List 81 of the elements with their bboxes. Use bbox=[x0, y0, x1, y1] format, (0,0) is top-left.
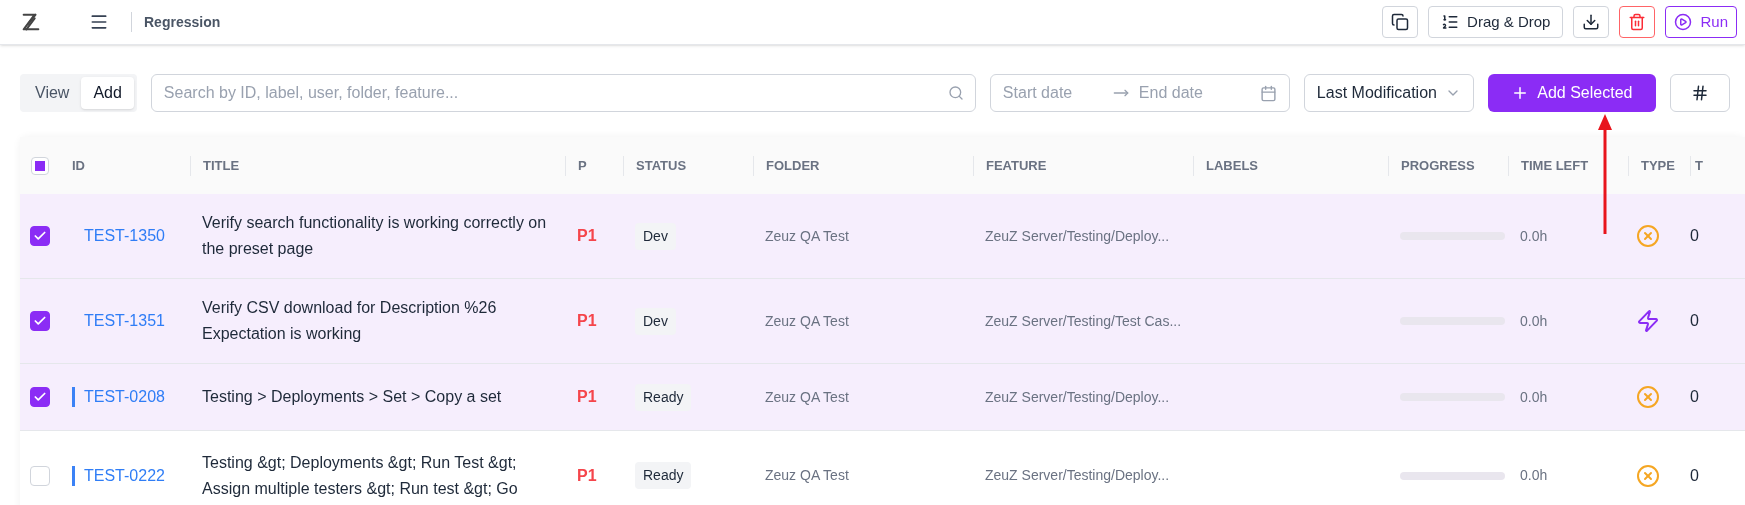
table-row[interactable]: TEST-1351 Verify CSV download for Description %26 Expectation is working P1 Dev Zeuz QA Test ZeuZ Server/Testing/Test Cas... 0.0h 0 bbox=[20, 279, 1745, 364]
row-checkbox[interactable] bbox=[30, 311, 50, 331]
column-header: LABELS bbox=[1206, 156, 1258, 175]
feature-text: ZeuZ Server/Testing/Deploy... bbox=[984, 466, 1171, 485]
column-header: TYPE bbox=[1641, 156, 1675, 175]
mode-tab[interactable]: Add bbox=[81, 77, 134, 109]
title-text: Verify search functionality is working correctly on the preset page bbox=[201, 213, 548, 259]
column-header: TITLE bbox=[203, 156, 240, 175]
check-icon bbox=[33, 390, 47, 404]
column-header: FOLDER bbox=[766, 156, 820, 175]
cancel-circle-icon bbox=[1636, 463, 1660, 488]
folder-text: Zeuz QA Test bbox=[764, 226, 850, 246]
title-text: Testing &gt; Deployments &gt; Run Test &gt; Assign multiple testers &gt; Run test &gt; Go bbox=[201, 452, 519, 499]
run-button[interactable]: Run bbox=[1665, 6, 1737, 38]
status-badge: Ready bbox=[635, 462, 692, 489]
title-text: Testing > Deployments > Set > Copy a set bbox=[201, 387, 503, 407]
time-left-text: 0.0h bbox=[1519, 311, 1549, 331]
cancel-circle-icon bbox=[1636, 385, 1660, 409]
test-id-link[interactable]: TEST-0222 bbox=[84, 463, 165, 488]
priority-text: P1 bbox=[576, 387, 598, 407]
search-icon bbox=[947, 85, 964, 101]
trash-icon bbox=[1628, 13, 1647, 31]
column-header: P bbox=[578, 156, 587, 175]
download-button[interactable] bbox=[1573, 6, 1610, 38]
mode-tab[interactable]: View bbox=[23, 77, 82, 109]
column-header: TIME LEFT bbox=[1521, 156, 1589, 175]
time-left-text: 0.0h bbox=[1519, 387, 1549, 407]
calendar-icon bbox=[1259, 84, 1277, 102]
delete-button[interactable] bbox=[1619, 6, 1656, 38]
priority-text: P1 bbox=[576, 465, 598, 486]
cancel-circle-icon bbox=[1636, 224, 1660, 248]
time-left-text: 0.0h bbox=[1519, 226, 1549, 246]
test-id-link[interactable]: TEST-0208 bbox=[84, 385, 165, 409]
logo-icon bbox=[20, 11, 42, 33]
test-id-link[interactable]: TEST-1351 bbox=[84, 309, 165, 333]
status-badge: Dev bbox=[635, 222, 676, 250]
cell-text: 0 bbox=[1690, 311, 1700, 331]
folder-text: Zeuz QA Test bbox=[764, 387, 850, 407]
end-date-placeholder: End date bbox=[1138, 83, 1203, 103]
breadcrumb-title: Regression bbox=[144, 12, 221, 32]
cell-text: 0 bbox=[1690, 226, 1700, 246]
feature-text: ZeuZ Server/Testing/Test Cas... bbox=[984, 311, 1183, 331]
row-checkbox[interactable] bbox=[30, 226, 50, 246]
cell-text: 0 bbox=[1690, 387, 1700, 407]
start-date-placeholder: Start date bbox=[1002, 83, 1074, 103]
cell-text: 0 bbox=[1690, 465, 1700, 486]
menu-icon[interactable] bbox=[89, 12, 109, 32]
check-icon bbox=[33, 229, 47, 243]
select-all-checkbox[interactable] bbox=[31, 156, 49, 175]
hash-icon bbox=[1690, 84, 1709, 102]
table-row[interactable]: TEST-0208 Testing > Deployments > Set > Copy a set P1 Ready Zeuz QA Test ZeuZ Server/Testing/Deploy... 0.0h 0 bbox=[20, 364, 1745, 431]
check-icon bbox=[33, 314, 47, 328]
priority-text: P1 bbox=[576, 226, 598, 246]
lightning-icon bbox=[1636, 309, 1660, 333]
feature-text: ZeuZ Server/Testing/Deploy... bbox=[984, 387, 1171, 407]
list-icon bbox=[1441, 13, 1460, 31]
column-header: ID bbox=[72, 156, 85, 175]
column-header: PROGRESS bbox=[1401, 156, 1475, 175]
status-badge: Ready bbox=[635, 383, 692, 411]
column-header: FEATURE bbox=[986, 156, 1047, 175]
table-row[interactable]: TEST-1350 Verify search functionality is working correctly on the preset page P1 Dev Zeuz QA Test ZeuZ Server/Testing/Deploy... 0.0h 0 bbox=[20, 194, 1745, 279]
column-header: STATUS bbox=[636, 156, 687, 175]
folder-text: Zeuz QA Test bbox=[764, 466, 850, 485]
sort-select[interactable]: Last Modification bbox=[1303, 74, 1474, 112]
row-checkbox[interactable] bbox=[30, 387, 50, 407]
copy-button[interactable] bbox=[1382, 6, 1419, 38]
folder-text: Zeuz QA Test bbox=[764, 311, 850, 331]
priority-text: P1 bbox=[576, 311, 598, 331]
feature-text: ZeuZ Server/Testing/Deploy... bbox=[984, 226, 1171, 246]
search-field[interactable]: Search by ID, label, user, folder, feature... bbox=[150, 74, 976, 112]
download-icon bbox=[1582, 13, 1601, 31]
time-left-text: 0.0h bbox=[1519, 466, 1549, 485]
table-row[interactable]: TEST-0222 Testing &gt; Deployments &gt; Run Test &gt; Assign multiple testers &gt; Run test &gt; Go P1 Ready Zeuz QA Test ZeuZ Server/Testing/Deploy... 0.0h 0 bbox=[20, 431, 1745, 505]
title-text: Verify CSV download for Description %26 Expectation is working bbox=[201, 298, 498, 344]
add-selected-button[interactable]: Add Selected bbox=[1487, 74, 1656, 112]
column-header: T bbox=[1695, 156, 1703, 175]
drag-and-drop-button[interactable]: Drag & Drop bbox=[1428, 6, 1564, 38]
hash-button[interactable] bbox=[1669, 74, 1730, 112]
copy-icon bbox=[1391, 13, 1410, 31]
play-circle-icon bbox=[1674, 13, 1693, 31]
status-badge: Dev bbox=[635, 307, 676, 335]
